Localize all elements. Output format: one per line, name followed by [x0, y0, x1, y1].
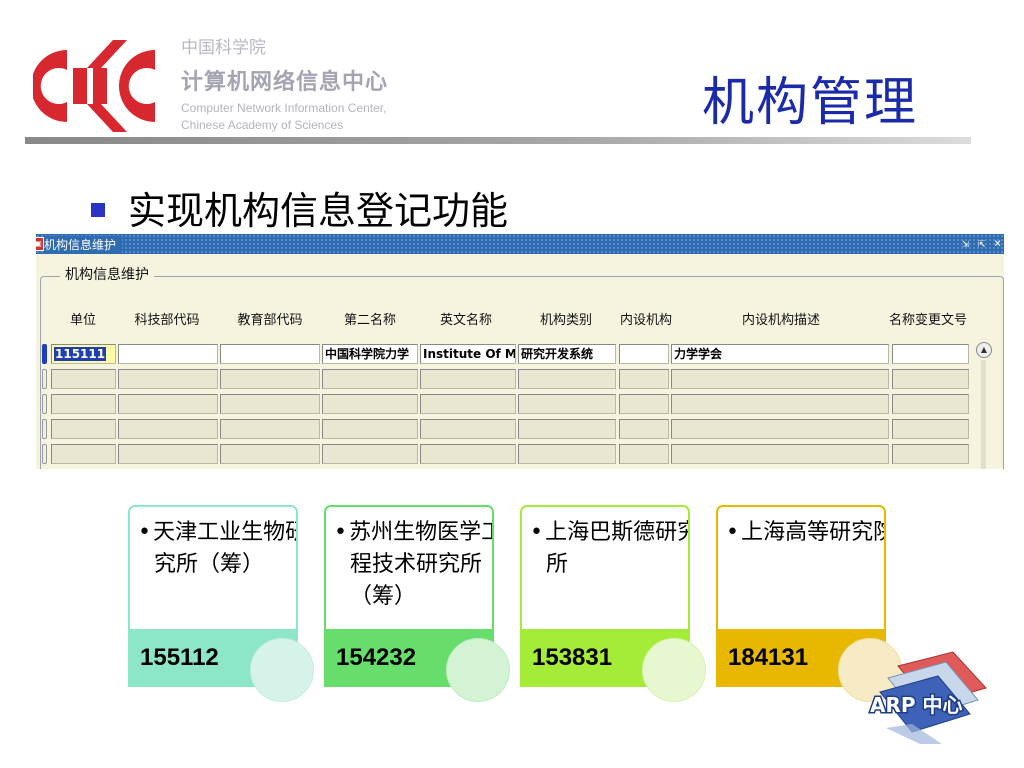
header-divider [25, 137, 971, 144]
group-label: 机构信息维护 [60, 264, 154, 284]
cell-rename-doc[interactable] [892, 344, 969, 364]
card-code: 155112 [140, 644, 219, 671]
cell-empty[interactable] [220, 394, 320, 414]
window-title: 机构信息维护 [44, 236, 123, 253]
form-window: ▣ 机构信息维护 ⇲ ⇱ × 机构信息维护 单位 科技部代码 教育部代码 第二名… [36, 234, 1004, 469]
col-header-org-category: 机构类别 [539, 313, 593, 328]
bullet-square-icon [91, 203, 105, 217]
cell-english-name[interactable]: Institute Of Me [420, 344, 516, 364]
cell-empty[interactable] [892, 369, 969, 389]
window-titlebar[interactable]: ▣ 机构信息维护 ⇲ ⇱ × [36, 234, 1004, 254]
scrollbar-track[interactable] [981, 360, 986, 469]
cell-org-category[interactable]: 研究开发系统 [518, 344, 616, 364]
card-institute-name: • 上海巴斯德研究所 [530, 517, 690, 581]
col-header-moe-code: 教育部代码 [237, 313, 303, 328]
cell-empty[interactable] [51, 394, 116, 414]
row-indicator[interactable] [42, 444, 47, 464]
org-name-cnic: 计算机网络信息中心 [181, 70, 389, 95]
card-name-text: 天津工业生物研究所（筹） [153, 520, 298, 577]
cell-empty[interactable] [671, 394, 889, 414]
cell-empty[interactable] [671, 369, 889, 389]
cell-empty[interactable] [892, 444, 969, 464]
cell-empty[interactable] [51, 369, 116, 389]
cell-empty[interactable] [118, 394, 218, 414]
card-name-text: 上海高等研究院 [741, 520, 886, 545]
cell-empty[interactable] [420, 394, 516, 414]
cell-most-code[interactable] [118, 344, 218, 364]
card-name-text: 上海巴斯德研究所 [545, 520, 690, 577]
card-institute-name: • 苏州生物医学工程技术研究所（筹） [334, 517, 494, 613]
cell-empty[interactable] [420, 369, 516, 389]
card-institute-name: • 天津工业生物研究所（筹） [138, 517, 298, 581]
card-code: 154232 [336, 644, 417, 671]
cell-empty[interactable] [619, 419, 669, 439]
cell-unit[interactable]: 115111 [51, 344, 116, 364]
cell-unit-value: 115111 [54, 347, 107, 361]
cell-empty[interactable] [671, 444, 889, 464]
col-header-english-name: 英文名称 [439, 313, 493, 328]
col-header-rename-doc: 名称变更文号 [888, 313, 968, 328]
cell-empty[interactable] [118, 419, 218, 439]
card-name-text: 苏州生物医学工程技术研究所（筹） [349, 520, 494, 609]
cell-second-name[interactable]: 中国科学院力学 [322, 344, 418, 364]
org-name-cas: 中国科学院 [181, 38, 266, 58]
arp-center-logo: ARP 中心 [869, 651, 987, 744]
row-indicator-current[interactable] [42, 344, 47, 364]
card-institute-name: • 上海高等研究院 [726, 517, 886, 549]
col-header-most-code: 科技部代码 [134, 313, 200, 328]
cell-empty[interactable] [322, 419, 418, 439]
cell-empty[interactable] [671, 419, 889, 439]
row-indicator[interactable] [42, 369, 47, 389]
scroll-up-arrow-icon[interactable]: ▲ [976, 342, 992, 358]
cnic-logo [33, 40, 155, 132]
cell-empty[interactable] [420, 419, 516, 439]
cell-empty[interactable] [518, 444, 616, 464]
cell-empty[interactable] [892, 419, 969, 439]
card-circle-decoration [446, 638, 510, 702]
col-header-second-name: 第二名称 [343, 313, 397, 328]
cell-empty[interactable] [220, 369, 320, 389]
cell-empty[interactable] [619, 369, 669, 389]
org-en-line1: Computer Network Information Center, [181, 101, 387, 115]
cell-empty[interactable] [892, 394, 969, 414]
cell-empty[interactable] [51, 419, 116, 439]
window-app-icon: ▣ [36, 237, 44, 251]
cell-moe-code[interactable] [220, 344, 320, 364]
cell-empty[interactable] [518, 419, 616, 439]
cell-empty[interactable] [220, 444, 320, 464]
cell-empty[interactable] [118, 369, 218, 389]
card-code: 153831 [532, 644, 613, 671]
cell-empty[interactable] [518, 394, 616, 414]
arp-logo-text: ARP 中心 [870, 693, 963, 717]
col-header-internal-org: 内设机构 [619, 313, 673, 328]
card-circle-decoration [250, 638, 314, 702]
cell-empty[interactable] [420, 444, 516, 464]
col-header-unit: 单位 [69, 313, 97, 328]
cell-internal-desc[interactable]: 力学学会 [671, 344, 889, 364]
bullet-text: 实现机构信息登记功能 [128, 189, 509, 233]
cell-empty[interactable] [619, 394, 669, 414]
card-circle-decoration [642, 638, 706, 702]
close-icon[interactable]: × [994, 236, 1001, 250]
row-indicator[interactable] [42, 419, 47, 439]
cell-empty[interactable] [619, 444, 669, 464]
cell-empty[interactable] [220, 419, 320, 439]
card-code: 184131 [728, 644, 809, 671]
cell-empty[interactable] [322, 444, 418, 464]
col-header-internal-desc: 内设机构描述 [741, 313, 821, 328]
page-title: 机构管理 [702, 73, 919, 133]
cell-empty[interactable] [322, 394, 418, 414]
cell-empty[interactable] [322, 369, 418, 389]
org-en-line2: Chinese Academy of Sciences [181, 118, 344, 132]
cell-empty[interactable] [51, 444, 116, 464]
row-indicator[interactable] [42, 394, 47, 414]
maximize-icon[interactable]: ⇱ [978, 236, 985, 250]
minimize-icon[interactable]: ⇲ [962, 236, 969, 250]
cell-internal-org[interactable] [619, 344, 669, 364]
org-name-english: Computer Network Information Center, Chi… [181, 100, 461, 134]
cell-empty[interactable] [118, 444, 218, 464]
cell-empty[interactable] [518, 369, 616, 389]
